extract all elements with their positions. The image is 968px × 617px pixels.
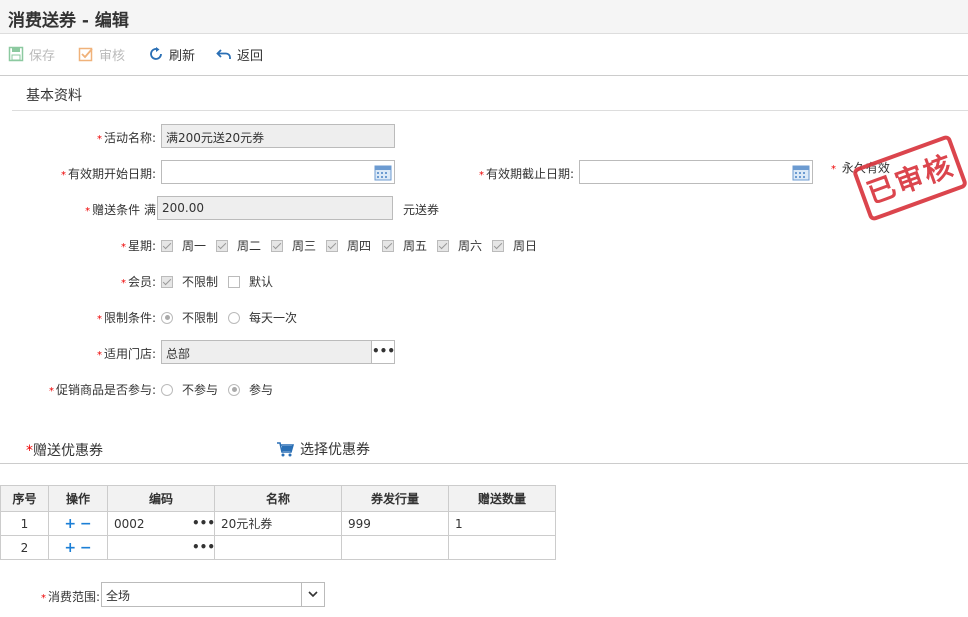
end-date-field[interactable]	[579, 160, 813, 184]
refresh-icon	[150, 47, 162, 60]
weekday-fri[interactable]: 周五	[382, 237, 427, 254]
basic-info-header: 基本资料	[12, 76, 968, 111]
col-header-issued: 券发行量	[341, 485, 449, 512]
cart-icon	[277, 441, 294, 456]
remove-row-icon[interactable]: −	[80, 540, 92, 556]
weekday-tue[interactable]: 周二	[216, 237, 261, 254]
col-header-qty: 赠送数量	[448, 485, 556, 512]
page-title: 消费送券 - 编辑	[8, 11, 129, 31]
limit-once-daily[interactable]: 每天一次	[228, 309, 297, 326]
more-dots-icon: •••	[372, 344, 396, 358]
promo-exclude[interactable]: 不参与	[161, 381, 218, 398]
checkbox[interactable]	[271, 239, 283, 252]
more-dots-icon[interactable]: •••	[192, 516, 215, 530]
weekday-label: * 星期:	[120, 239, 156, 253]
cell-actions: + −	[48, 535, 108, 560]
checkbox[interactable]	[228, 275, 240, 288]
add-row-icon[interactable]: +	[64, 516, 76, 532]
back-arrow-icon	[216, 49, 231, 59]
limit-label: * 限制条件:	[96, 311, 156, 325]
select-coupon-button[interactable]: 选择优惠券	[277, 439, 370, 459]
cell-name	[214, 535, 342, 560]
cell-code[interactable]: •••	[107, 535, 215, 560]
refresh-button[interactable]: 刷新	[148, 44, 195, 64]
radio[interactable]	[161, 311, 173, 324]
more-dots-icon[interactable]: •••	[192, 540, 215, 554]
back-label: 返回	[237, 48, 264, 64]
table-row: 1 + − 0002 ••• 20元礼券 999 1	[0, 511, 556, 536]
cell-no: 2	[0, 535, 49, 560]
limit-unlimited[interactable]: 不限制	[161, 309, 218, 326]
condition-label: * 赠送条件 满	[85, 203, 156, 217]
checkbox[interactable]	[492, 239, 504, 252]
weekday-wed[interactable]: 周三	[271, 237, 316, 254]
promo-label: * 促销商品是否参与:	[48, 383, 156, 397]
weekday-thu[interactable]: 周四	[326, 237, 371, 254]
checkbox[interactable]	[161, 275, 173, 288]
store-picker-button[interactable]: •••	[371, 340, 395, 364]
checkbox[interactable]	[437, 239, 449, 252]
activity-name-field[interactable]: 满200元送20元券	[161, 124, 395, 148]
scope-label: * 消费范围:	[40, 590, 100, 604]
cell-no: 1	[0, 511, 49, 536]
audit-button[interactable]: 审核	[78, 44, 125, 64]
start-date-field[interactable]	[161, 160, 395, 184]
checkbox[interactable]	[216, 239, 228, 252]
cell-name: 20元礼券	[214, 511, 342, 536]
weekday-sat[interactable]: 周六	[437, 237, 482, 254]
col-header-no: 序号	[0, 485, 49, 512]
cell-issued	[341, 535, 449, 560]
coupon-section-header: *赠送优惠券 选择优惠券	[0, 432, 968, 464]
radio[interactable]	[228, 311, 240, 324]
store-field[interactable]: 总部	[161, 340, 372, 364]
radio[interactable]	[161, 383, 173, 396]
weekday-sun[interactable]: 周日	[492, 237, 537, 254]
weekday-mon[interactable]: 周一	[161, 237, 206, 254]
col-header-code: 编码	[107, 485, 215, 512]
cell-issued: 999	[341, 511, 449, 536]
member-default[interactable]: 默认	[228, 273, 273, 290]
cell-qty[interactable]	[448, 535, 556, 560]
refresh-label: 刷新	[169, 48, 196, 64]
table-row: 2 + − •••	[0, 535, 556, 560]
table-header-row: 序号 操作 编码 名称 券发行量 赠送数量	[0, 485, 556, 512]
store-label: * 适用门店:	[96, 347, 156, 361]
calendar-icon[interactable]	[792, 163, 810, 181]
coupon-table: 序号 操作 编码 名称 券发行量 赠送数量 1 + − 0002 ••• 20元礼…	[0, 485, 556, 560]
cell-code[interactable]: 0002 •••	[107, 511, 215, 536]
save-icon	[8, 46, 24, 62]
start-date-label: * 有效期开始日期:	[60, 167, 156, 181]
checkbox[interactable]	[382, 239, 394, 252]
save-button[interactable]: 保存	[8, 44, 55, 64]
add-row-icon[interactable]: +	[64, 540, 76, 556]
approved-stamp: 已审核	[851, 133, 968, 223]
member-unlimited[interactable]: 不限制	[161, 273, 218, 290]
end-date-label: * 有效期截止日期:	[478, 167, 574, 181]
cell-actions: + −	[48, 511, 108, 536]
toolbar: 保存 审核 刷新 返回	[0, 34, 968, 76]
member-label: * 会员:	[120, 275, 156, 289]
audit-label: 审核	[99, 48, 126, 64]
calendar-icon[interactable]	[374, 163, 392, 181]
save-label: 保存	[29, 48, 56, 64]
scope-select[interactable]: 全场	[101, 582, 325, 607]
back-button[interactable]: 返回	[216, 44, 263, 64]
radio[interactable]	[228, 383, 240, 396]
col-header-name: 名称	[214, 485, 342, 512]
activity-name-label: * 活动名称:	[96, 131, 156, 145]
audit-checkbox-icon	[78, 47, 93, 62]
title-bar: 消费送券 - 编辑	[0, 0, 968, 34]
checkbox[interactable]	[326, 239, 338, 252]
coupon-section-title: *赠送优惠券	[26, 443, 103, 459]
condition-amount-field[interactable]: 200.00	[157, 196, 393, 220]
col-header-actions: 操作	[48, 485, 108, 512]
cell-qty[interactable]: 1	[448, 511, 556, 536]
chevron-down-icon[interactable]	[301, 583, 324, 606]
condition-suffix: 元送券	[403, 203, 440, 217]
checkbox[interactable]	[161, 239, 173, 252]
basic-info-title: 基本资料	[26, 88, 82, 104]
remove-row-icon[interactable]: −	[80, 516, 92, 532]
promo-include[interactable]: 参与	[228, 381, 273, 398]
